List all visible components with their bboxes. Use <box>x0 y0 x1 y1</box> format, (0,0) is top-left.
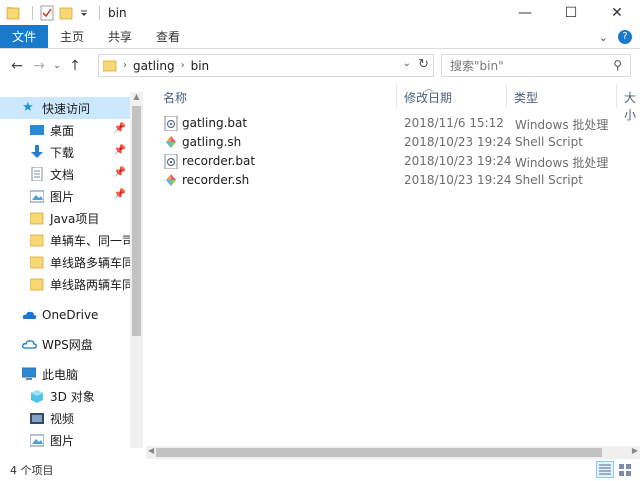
shell-script-icon <box>164 173 178 188</box>
nav-this-pc[interactable]: 此电脑 <box>0 363 130 385</box>
file-row[interactable]: recorder.sh 2018/10/23 19:24 Shell Scrip… <box>160 171 640 190</box>
column-name[interactable]: 名称 <box>163 89 187 106</box>
star-icon: ★ <box>22 100 34 115</box>
new-folder-icon[interactable] <box>59 5 75 21</box>
column-type[interactable]: 类型 <box>514 89 538 106</box>
pin-icon[interactable]: 📌 <box>114 145 126 156</box>
nav-folder-multi-vehicle[interactable]: 单线路多辆车同一 <box>0 251 130 273</box>
scrollbar-thumb[interactable] <box>156 448 602 457</box>
chevron-right-icon[interactable]: › <box>181 60 185 71</box>
address-row: ← → ⌄ ↑ › gatling › bin ⌄ ↻ 搜索"bin" ⚲ <box>0 49 640 83</box>
folder-icon[interactable] <box>6 5 22 21</box>
nav-pictures[interactable]: 图片 📌 <box>0 185 130 207</box>
chevron-down-icon[interactable] <box>79 5 89 21</box>
forward-arrow-icon[interactable]: → <box>28 55 50 77</box>
column-date-modified[interactable]: 修改日期 <box>404 89 452 106</box>
nav-3d-objects[interactable]: 3D 对象 <box>0 385 130 407</box>
scroll-right-icon[interactable]: ▶ <box>632 446 638 455</box>
quick-access-toolbar <box>0 0 106 25</box>
nav-pictures-pc[interactable]: 图片 <box>0 429 130 448</box>
refresh-icon[interactable]: ↻ <box>418 57 429 72</box>
window-title: bin <box>108 5 127 20</box>
tab-file[interactable]: 文件 <box>0 25 48 48</box>
chevron-right-icon[interactable]: › <box>123 60 127 71</box>
computer-icon <box>21 367 37 381</box>
file-row[interactable]: gatling.sh 2018/10/23 19:24 Shell Script <box>160 133 640 152</box>
recent-locations-icon[interactable]: ⌄ <box>50 55 64 77</box>
folder-icon <box>29 233 44 247</box>
nav-folder-java[interactable]: Java项目 <box>0 207 130 229</box>
horizontal-scrollbar[interactable]: ◀ ▶ <box>146 446 640 459</box>
search-icon[interactable]: ⚲ <box>613 58 622 72</box>
cube-icon <box>30 389 44 403</box>
status-bar: 4 个项目 <box>0 459 640 481</box>
view-switcher <box>596 461 634 478</box>
file-row[interactable]: gatling.bat 2018/11/6 15:12 Windows 批处理 <box>160 114 640 133</box>
expand-ribbon-icon[interactable]: ⌄ <box>599 31 608 44</box>
nav-wps-cloud[interactable]: WPS网盘 <box>0 333 130 355</box>
shell-script-icon <box>164 135 178 150</box>
nav-scrollbar[interactable]: ▲ <box>130 92 143 448</box>
document-icon <box>30 166 44 182</box>
folder-icon <box>29 255 44 269</box>
properties-icon[interactable] <box>39 5 55 21</box>
desktop-icon <box>30 123 44 137</box>
nav-videos[interactable]: 视频 <box>0 407 130 429</box>
back-arrow-icon[interactable]: ← <box>6 55 28 77</box>
maximize-icon[interactable]: ☐ <box>548 0 594 25</box>
file-row[interactable]: recorder.bat 2018/10/23 19:24 Windows 批处… <box>160 152 640 171</box>
nav-downloads[interactable]: 下载 📌 <box>0 141 130 163</box>
item-count: 4 个项目 <box>10 464 54 477</box>
scrollbar-thumb[interactable] <box>132 106 141 336</box>
batch-file-icon <box>164 153 178 170</box>
nav-quick-access[interactable]: ★ 快速访问 <box>0 97 130 119</box>
column-header-row: ︿ 名称 修改日期 类型 大小 <box>150 84 640 122</box>
large-icons-view-icon[interactable] <box>616 461 634 478</box>
wps-cloud-icon <box>22 337 37 351</box>
nav-documents[interactable]: 文档 📌 <box>0 163 130 185</box>
navigation-pane: ★ 快速访问 桌面 📌 下载 📌 文档 📌 图片 📌 Java项目 单辆车、同一… <box>0 92 143 448</box>
pin-icon[interactable]: 📌 <box>114 123 126 134</box>
title-bar: bin — ☐ ✕ <box>0 0 640 25</box>
minimize-icon[interactable]: — <box>502 0 548 25</box>
scroll-left-icon[interactable]: ◀ <box>148 446 154 455</box>
folder-icon <box>102 59 117 72</box>
scroll-up-icon[interactable]: ▲ <box>130 92 143 104</box>
video-icon <box>30 411 44 425</box>
batch-file-icon <box>164 115 178 132</box>
close-icon[interactable]: ✕ <box>594 0 640 25</box>
address-bar[interactable]: › gatling › bin ⌄ ↻ <box>98 54 434 77</box>
nav-folder-two-vehicle[interactable]: 单线路两辆车同一 <box>0 273 130 295</box>
column-divider[interactable] <box>506 84 507 108</box>
column-divider[interactable] <box>616 84 617 108</box>
picture-icon <box>29 433 45 447</box>
nav-folder-single-vehicle[interactable]: 单辆车、同一司机 <box>0 229 130 251</box>
column-divider[interactable] <box>396 84 397 108</box>
window-controls: — ☐ ✕ <box>502 0 640 25</box>
folder-icon <box>29 211 44 225</box>
breadcrumb-bin[interactable]: bin <box>191 59 210 73</box>
nav-desktop[interactable]: 桌面 📌 <box>0 119 130 141</box>
breadcrumb-gatling[interactable]: gatling <box>133 59 175 73</box>
cloud-icon <box>22 308 37 322</box>
ribbon-tabs: 文件 主页 共享 查看 ⌄ ? <box>0 25 640 49</box>
search-placeholder: 搜索"bin" <box>450 59 504 73</box>
chevron-down-icon[interactable]: ⌄ <box>403 58 411 69</box>
pin-icon[interactable]: 📌 <box>114 189 126 200</box>
details-view-icon[interactable] <box>596 461 614 478</box>
picture-icon <box>29 189 45 203</box>
nav-onedrive[interactable]: OneDrive <box>0 304 130 326</box>
help-icon[interactable]: ? <box>618 30 632 44</box>
tab-view[interactable]: 查看 <box>144 25 192 48</box>
tab-home[interactable]: 主页 <box>48 25 96 48</box>
up-arrow-icon[interactable]: ↑ <box>64 55 86 77</box>
divider <box>32 5 33 20</box>
search-input[interactable]: 搜索"bin" ⚲ <box>441 54 631 77</box>
folder-icon <box>29 277 44 291</box>
tab-share[interactable]: 共享 <box>96 25 144 48</box>
divider <box>99 5 100 20</box>
download-icon <box>30 145 44 159</box>
pin-icon[interactable]: 📌 <box>114 167 126 178</box>
